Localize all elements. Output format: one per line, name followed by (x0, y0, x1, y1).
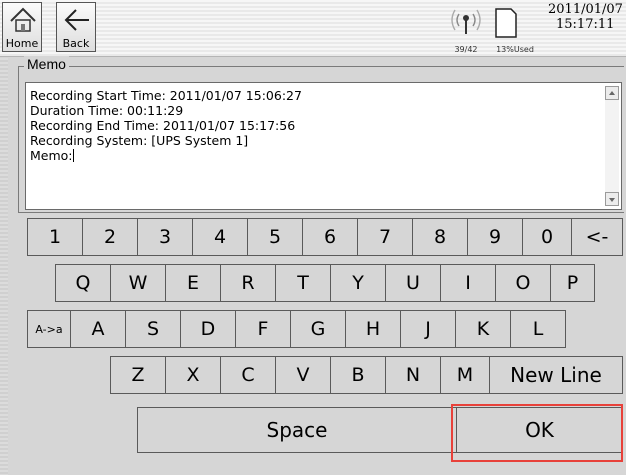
memo-line: Recording System: [UPS System 1] (30, 133, 249, 148)
key-j[interactable]: J (400, 310, 456, 348)
key-b[interactable]: B (330, 356, 386, 394)
key-u[interactable]: U (385, 264, 441, 302)
case-toggle-key[interactable]: A->a (27, 310, 71, 348)
text-caret (72, 149, 74, 162)
memo-line: Duration Time: 00:11:29 (30, 103, 184, 118)
key-4[interactable]: 4 (192, 218, 248, 256)
key-m[interactable]: M (440, 356, 490, 394)
key-9[interactable]: 9 (467, 218, 523, 256)
key-w[interactable]: W (110, 264, 166, 302)
home-button[interactable]: Home (2, 2, 42, 52)
app-window: Home Back 39/42 13%Used 2011/01/07 15:17… (0, 0, 626, 475)
memo-line: Memo: (30, 148, 73, 163)
key-h[interactable]: H (345, 310, 401, 348)
key-p[interactable]: P (550, 264, 595, 302)
scroll-down-button[interactable] (605, 192, 619, 206)
home-label: Home (5, 37, 39, 50)
key-8[interactable]: 8 (412, 218, 468, 256)
key-7[interactable]: 7 (357, 218, 413, 256)
key-v[interactable]: V (275, 356, 331, 394)
key-a[interactable]: A (70, 310, 126, 348)
key-g[interactable]: G (290, 310, 346, 348)
date-text: 2011/01/07 (548, 2, 623, 17)
memo-textarea[interactable]: Recording Start Time: 2011/01/07 15:06:2… (25, 82, 622, 210)
storage-text: 13%Used (496, 45, 534, 54)
key-r[interactable]: R (220, 264, 276, 302)
home-icon (10, 7, 36, 32)
key-3[interactable]: 3 (137, 218, 193, 256)
key-l[interactable]: L (510, 310, 566, 348)
key-x[interactable]: X (165, 356, 221, 394)
memo-text-content: Recording Start Time: 2011/01/07 15:06:2… (30, 88, 600, 163)
key-n[interactable]: N (385, 356, 441, 394)
key-i[interactable]: I (440, 264, 496, 302)
new-line-key[interactable]: New Line (489, 356, 623, 394)
key-5[interactable]: 5 (247, 218, 303, 256)
key-t[interactable]: T (275, 264, 331, 302)
scrollbar-track[interactable] (605, 100, 619, 192)
key-6[interactable]: 6 (302, 218, 358, 256)
key-e[interactable]: E (165, 264, 221, 302)
key-k[interactable]: K (455, 310, 511, 348)
back-button[interactable]: Back (56, 2, 96, 52)
wireless-signal-icon (451, 9, 481, 34)
key-f[interactable]: F (235, 310, 291, 348)
key-d[interactable]: D (180, 310, 236, 348)
signal-text: 39/42 (454, 45, 478, 54)
key-z[interactable]: Z (110, 356, 166, 394)
key-2[interactable]: 2 (82, 218, 138, 256)
back-arrow-icon (64, 9, 89, 31)
key-s[interactable]: S (125, 310, 181, 348)
memo-group-title: Memo (24, 56, 69, 72)
space-key[interactable]: Space (137, 407, 457, 453)
sd-card-icon (495, 8, 517, 38)
key-c[interactable]: C (220, 356, 276, 394)
ok-button[interactable]: OK (456, 407, 623, 453)
key-0[interactable]: 0 (522, 218, 572, 256)
back-label: Back (62, 37, 90, 50)
top-toolbar: Home Back 39/42 13%Used 2011/01/07 15:17… (0, 0, 626, 57)
time-text: 15:17:11 (556, 17, 615, 32)
key-o[interactable]: O (495, 264, 551, 302)
scroll-up-button[interactable] (605, 86, 619, 100)
window-edge (0, 58, 8, 475)
memo-line: Recording End Time: 2011/01/07 15:17:56 (30, 118, 296, 133)
key-1[interactable]: 1 (27, 218, 83, 256)
signal-indicator: 39/42 (447, 4, 485, 56)
backspace-key[interactable]: <- (571, 218, 623, 256)
key-q[interactable]: Q (55, 264, 111, 302)
datetime-display: 2011/01/07 15:17:11 (548, 2, 626, 32)
key-y[interactable]: Y (330, 264, 386, 302)
storage-indicator: 13%Used (487, 4, 543, 56)
memo-line: Recording Start Time: 2011/01/07 15:06:2… (30, 88, 302, 103)
